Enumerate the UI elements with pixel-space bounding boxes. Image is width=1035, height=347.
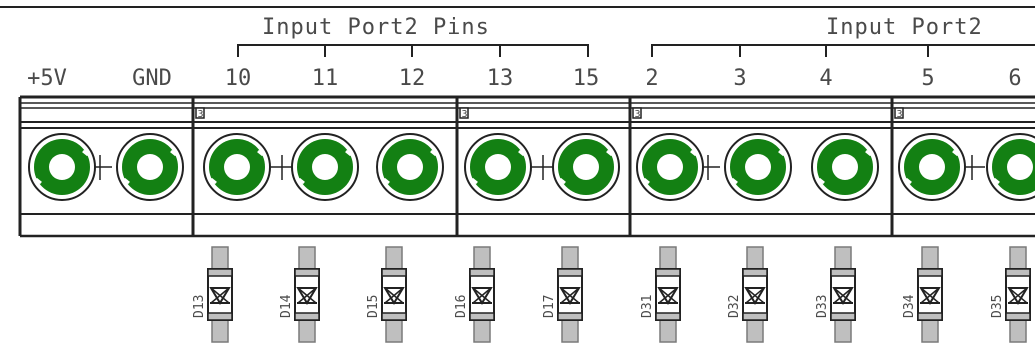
- pin-label-2: 2: [645, 66, 658, 91]
- group-label-input-port2: Input Port2: [826, 15, 983, 40]
- terminal-pad: [724, 133, 792, 201]
- pin-label-15: 15: [573, 66, 600, 91]
- group-bracket-port2: Input Port2: [651, 15, 1035, 57]
- pin-label-5: 5: [921, 66, 934, 91]
- terminal-pad: [552, 133, 620, 201]
- terminal-block-drawing: Input Port2 Pins Input Port2 +5V GND 10 …: [0, 6, 1035, 343]
- pcb-silkscreen-diagram: Input Port2 Pins Input Port2 +5V GND 10 …: [0, 0, 1035, 347]
- terminal-pad: [811, 133, 879, 201]
- terminal-pad: [116, 133, 184, 201]
- diode: D13: [192, 246, 233, 343]
- terminal-pad: [203, 133, 271, 201]
- diode: D17: [542, 246, 583, 343]
- diode-label: D34: [902, 294, 917, 318]
- terminal-pad: [291, 133, 359, 201]
- pin-label-4: 4: [819, 66, 832, 91]
- diode-label: D33: [815, 295, 830, 318]
- pin-label-10: 10: [225, 66, 252, 91]
- group-label-input-port2-pins: Input Port2 Pins: [262, 15, 490, 40]
- block-marks: 3 3 3 3: [195, 107, 904, 120]
- diode-label: D35: [990, 295, 1005, 318]
- diode-label: D14: [279, 294, 294, 318]
- diode-label: D16: [454, 295, 469, 318]
- diode-label: D15: [366, 295, 381, 318]
- pin-label-row: +5V GND 10 11 12 13 15 2 3 4 5 6: [27, 66, 1022, 91]
- pin-label-11: 11: [312, 66, 339, 91]
- terminal-pads: [28, 133, 1035, 201]
- diode: D35: [990, 246, 1031, 343]
- diode-label: D31: [640, 295, 655, 318]
- diode-label: D32: [727, 295, 742, 318]
- terminal-pad: [898, 133, 966, 201]
- pin-label-6: 6: [1008, 66, 1021, 91]
- block-mark-1: 3: [198, 109, 204, 120]
- pin-label-13: 13: [487, 66, 514, 91]
- block-mark-3: 3: [635, 109, 641, 120]
- diode: D31: [640, 246, 681, 343]
- block-mark-2: 3: [462, 109, 468, 120]
- diode: D33: [815, 246, 856, 343]
- terminal-pad: [986, 133, 1035, 201]
- terminal-pad: [464, 133, 532, 201]
- diode: D16: [454, 246, 495, 343]
- group-bracket-port2-pins: Input Port2 Pins: [237, 15, 589, 57]
- diode-row: D13 D14 D15 D16 D17 D31 D32 D33 D34 D35: [192, 246, 1031, 343]
- pin-label-5v: +5V: [27, 66, 67, 91]
- diode-label: D17: [542, 295, 557, 318]
- diode: D14: [279, 246, 320, 343]
- pin-label-3: 3: [733, 66, 746, 91]
- diode: D34: [902, 246, 943, 343]
- terminal-pad: [28, 133, 96, 201]
- pin-label-gnd: GND: [132, 66, 172, 91]
- diode: D15: [366, 246, 407, 343]
- terminal-pad: [376, 133, 444, 201]
- terminal-pad: [636, 133, 704, 201]
- diode: D32: [727, 246, 768, 343]
- diode-label: D13: [192, 295, 207, 318]
- pin-label-12: 12: [399, 66, 426, 91]
- block-mark-4: 3: [897, 109, 903, 120]
